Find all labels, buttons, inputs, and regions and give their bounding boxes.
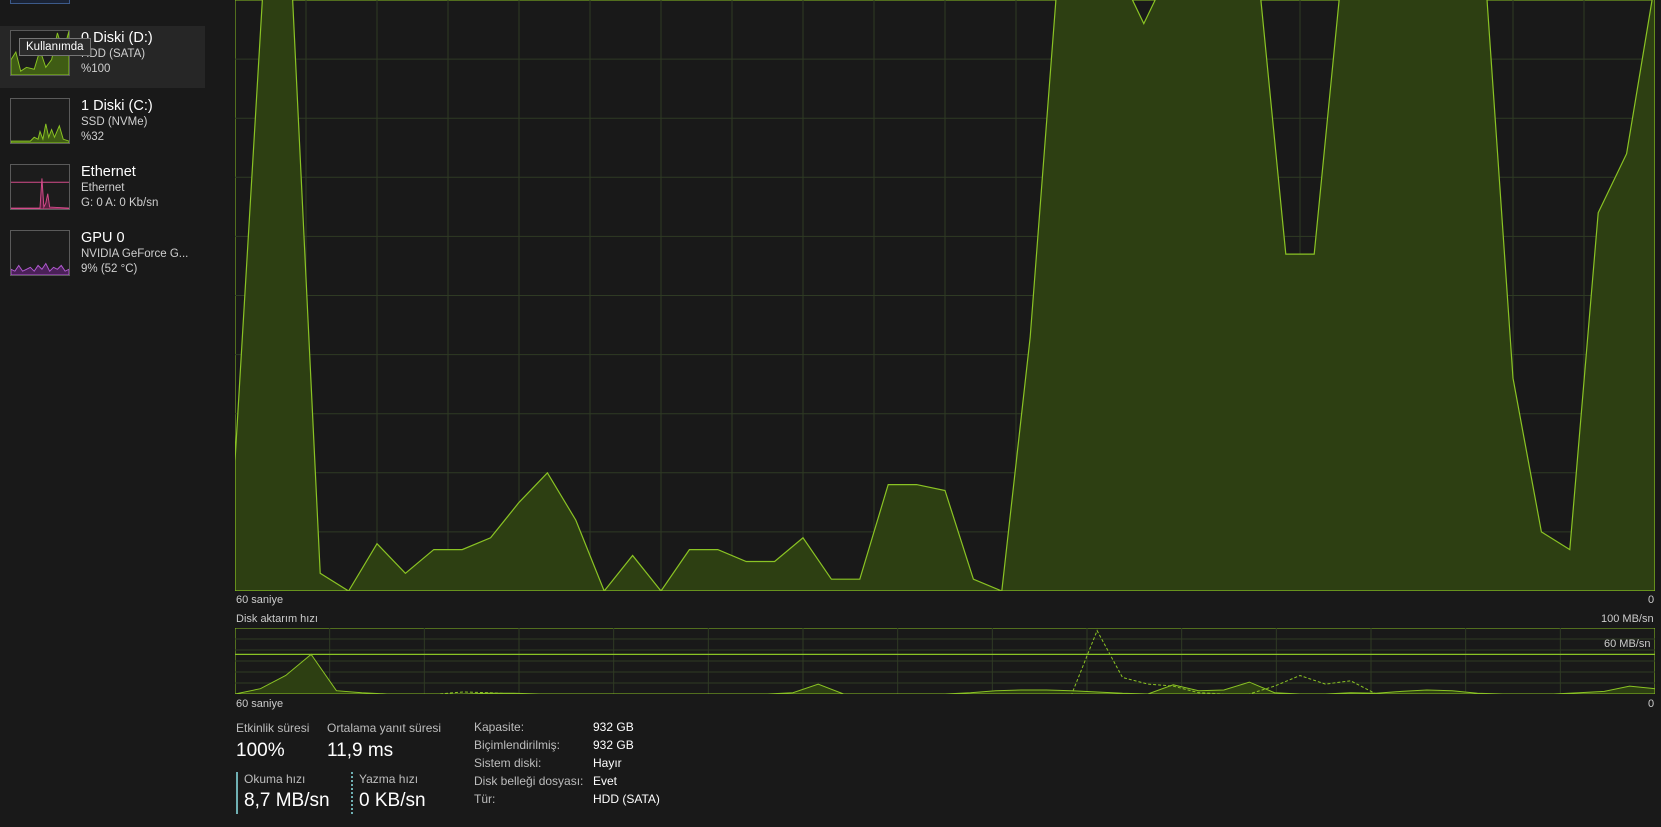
ethernet-graph-icon (10, 164, 70, 210)
property-value-capacity: 932 GB (593, 720, 634, 734)
property-value-system-disk: Hayır (593, 756, 622, 770)
property-value-page-file: Evet (593, 774, 618, 788)
sidebar-item-value: %100 (81, 63, 111, 75)
sidebar-item-ethernet[interactable]: Ethernet Ethernet G: 0 A: 0 Kb/sn (0, 158, 205, 220)
disk-graph-icon (10, 98, 70, 144)
sidebar-item-subtitle: HDD (SATA) (81, 48, 146, 60)
transfer-x-left-label: 60 saniye (236, 698, 284, 710)
sidebar: 0 Diski (D:) HDD (SATA) %100 Kullanımda … (0, 0, 205, 827)
active-time-value: 100% (236, 740, 285, 761)
property-label-formatted: Biçimlendirilmiş: (474, 738, 561, 752)
x-axis-left-label: 60 saniye (236, 594, 284, 606)
sidebar-item-title: Ethernet (81, 164, 136, 180)
sidebar-item-gpu[interactable]: GPU 0 NVIDIA GeForce G... 9% (52 °C) (0, 224, 205, 286)
sidebar-item-subtitle: SSD (NVMe) (81, 116, 148, 128)
tooltip: Kullanımda (19, 38, 91, 56)
sidebar-item-title: 1 Diski (C:) (81, 98, 153, 114)
gpu-graph-icon (10, 230, 70, 276)
property-label-system-disk: Sistem diski: (474, 756, 542, 770)
transfer-chart-title: Disk aktarım hızı (236, 613, 318, 625)
sidebar-item-value: 9% (52 °C) (81, 263, 138, 275)
property-value-formatted: 932 GB (593, 738, 634, 752)
transfer-x-right-label: 0 (1648, 698, 1655, 710)
property-label-type: Tür: (474, 792, 496, 806)
read-rate-value: 8,7 MB/sn (244, 790, 330, 811)
sidebar-item-subtitle: NVIDIA GeForce G... (81, 248, 189, 260)
sidebar-item-value: G: 0 A: 0 Kb/sn (81, 197, 159, 209)
transfer-rate-chart (235, 628, 1655, 694)
read-rate-label: Okuma hızı (244, 772, 306, 786)
read-rate-indicator (236, 772, 238, 814)
active-time-chart (235, 0, 1655, 591)
sidebar-item-disk-0[interactable]: 0 Diski (D:) HDD (SATA) %100 (0, 26, 205, 88)
transfer-line-label: 60 MB/sn (1604, 638, 1651, 650)
property-label-page-file: Disk belleği dosyası: (474, 774, 584, 788)
property-value-type: HDD (SATA) (593, 792, 660, 806)
sidebar-item-memory-partial[interactable] (0, 0, 205, 12)
write-rate-indicator (351, 772, 353, 814)
avg-response-label: Ortalama yanıt süresi (327, 721, 442, 735)
transfer-chart-max-label: 100 MB/sn (1601, 613, 1654, 625)
avg-response-value: 11,9 ms (327, 740, 394, 761)
write-rate-value: 0 KB/sn (359, 790, 426, 811)
x-axis-right-label: 0 (1648, 594, 1655, 606)
sidebar-item-disk-1[interactable]: 1 Diski (C:) SSD (NVMe) %32 (0, 92, 205, 154)
sidebar-item-title: GPU 0 (81, 230, 125, 246)
write-rate-label: Yazma hızı (359, 772, 419, 786)
property-label-capacity: Kapasite: (474, 720, 525, 734)
sidebar-item-subtitle: Ethernet (81, 182, 125, 194)
sidebar-item-value: %32 (81, 131, 105, 143)
memory-graph-icon (10, 0, 70, 4)
active-time-label: Etkinlik süresi (236, 721, 310, 735)
sidebar-item-title: 0 Diski (D:) (81, 30, 153, 46)
